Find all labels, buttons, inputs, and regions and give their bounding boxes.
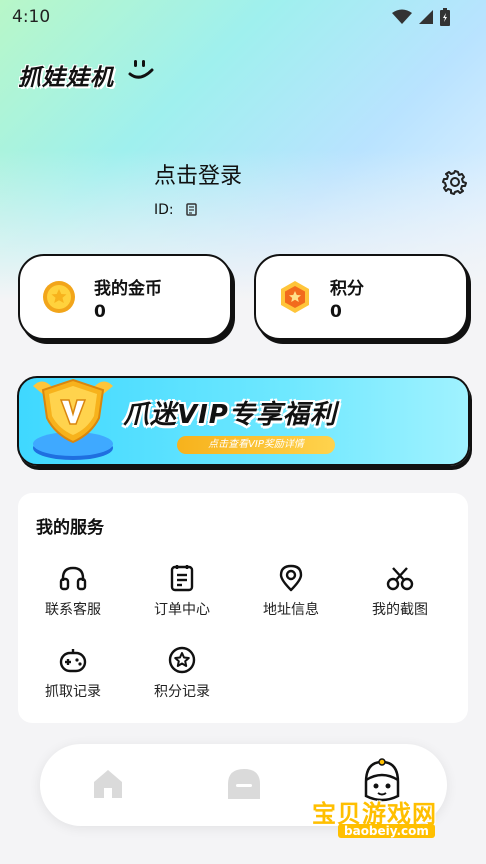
service-label: 联系客服 (45, 602, 101, 618)
user-id-row: ID: (154, 202, 198, 218)
smile-face-icon (128, 60, 154, 79)
nav-home-icon[interactable] (90, 766, 126, 802)
service-label: 地址信息 (263, 602, 319, 618)
battery-icon (440, 8, 450, 26)
app-logo-text: 抓娃娃机 (18, 65, 114, 91)
coins-title: 我的金币 (94, 279, 162, 299)
status-bar: 4:10 (0, 0, 486, 34)
services-title: 我的服务 (36, 518, 104, 538)
watermark: 宝贝游戏网 baobeiy.com (308, 794, 458, 846)
points-title: 积分 (330, 279, 364, 299)
vip-banner-subtitle: 点击查看VIP奖励详情 (177, 436, 335, 454)
login-link[interactable]: 点击登录 (154, 158, 242, 190)
signal-icon (419, 10, 433, 24)
order-list-icon (170, 565, 194, 592)
star-badge-icon (168, 646, 196, 674)
points-badge-icon (281, 281, 309, 313)
coins-value: 0 (94, 302, 106, 322)
service-label: 积分记录 (154, 684, 210, 700)
settings-gear-icon[interactable] (442, 169, 468, 195)
vip-shield-icon (33, 378, 113, 460)
user-id-label: ID: (154, 202, 174, 218)
points-card[interactable]: 积分 0 (254, 254, 468, 340)
service-customer-support[interactable]: 联系客服 (28, 563, 118, 619)
scissors-icon (386, 567, 414, 591)
service-label: 订单中心 (154, 602, 210, 618)
copy-icon[interactable] (184, 203, 198, 217)
watermark-url: baobeiy.com (338, 824, 435, 838)
status-time: 4:10 (12, 7, 51, 27)
service-points-records[interactable]: 积分记录 (137, 645, 227, 701)
service-address[interactable]: 地址信息 (246, 563, 336, 619)
gold-coin-icon (43, 281, 75, 313)
gamepad-icon (59, 649, 87, 673)
services-panel: 我的服务 联系客服 订单中心 地址信息 我的截图 抓取记录 积分记录 (18, 493, 468, 723)
headphones-icon (59, 566, 87, 591)
coins-card[interactable]: 我的金币 0 (18, 254, 232, 340)
vip-banner[interactable]: 爪迷VIP专享福利 点击查看VIP奖励详情 (17, 376, 470, 466)
service-label: 抓取记录 (45, 684, 101, 700)
service-grab-records[interactable]: 抓取记录 (28, 645, 118, 701)
location-pin-icon (279, 564, 303, 592)
service-order-center[interactable]: 订单中心 (137, 563, 227, 619)
app-logo: 抓娃娃机 (18, 58, 154, 92)
wifi-icon (392, 9, 412, 24)
service-label: 我的截图 (372, 602, 428, 618)
vip-banner-title: 爪迷VIP专享福利 (123, 400, 337, 430)
points-value: 0 (330, 302, 342, 322)
service-my-screenshots[interactable]: 我的截图 (355, 563, 445, 619)
nav-play-icon[interactable] (226, 766, 262, 802)
status-icons (392, 8, 450, 26)
